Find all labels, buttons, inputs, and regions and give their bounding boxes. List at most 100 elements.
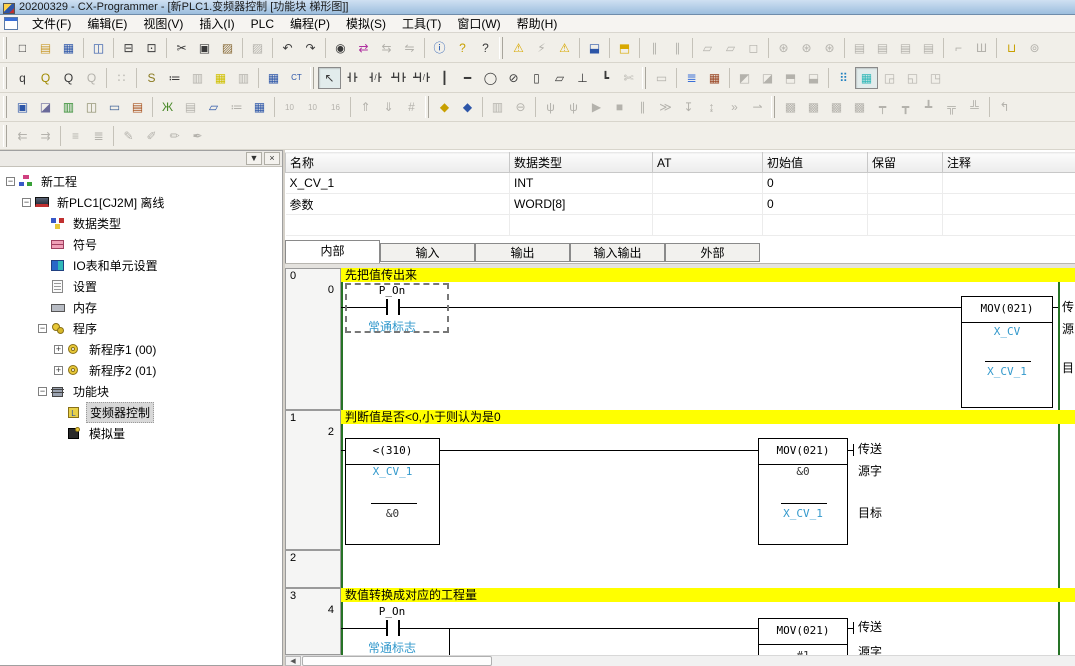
cut-icon[interactable]: ✂	[170, 37, 193, 59]
tab-内部[interactable]: 内部	[285, 240, 380, 263]
tree-panel-dropdown-button[interactable]: ▼	[246, 152, 262, 165]
comment-list-icon[interactable]: ≡	[64, 125, 87, 147]
new-closed-instruction-icon[interactable]: ▱	[548, 67, 571, 89]
table-cell[interactable]	[653, 173, 763, 194]
tree-panel-close-button[interactable]: ×	[264, 152, 280, 165]
transfer-from-plc-icon[interactable]: ▱	[719, 37, 742, 59]
tree-item-memory[interactable]: 内存	[0, 297, 282, 318]
plc-memory-icon[interactable]: ▥	[486, 96, 509, 118]
tbar-1-icon[interactable]: ┯	[871, 96, 894, 118]
tab-输入[interactable]: 输入	[380, 243, 475, 262]
table-cell[interactable]: WORD[8]	[510, 194, 653, 215]
page-setup-icon[interactable]: ◫	[87, 37, 110, 59]
section-doc-icon[interactable]: ▱	[202, 96, 225, 118]
online-edit-cancel-icon[interactable]: ⊛	[818, 37, 841, 59]
work-online-icon[interactable]: ⬒	[613, 37, 636, 59]
tree-item-project-root[interactable]: −新工程	[0, 171, 282, 192]
fb-inout-param-icon[interactable]: ⬒	[779, 67, 802, 89]
tree-item-function-blocks[interactable]: −功能块	[0, 381, 282, 402]
child-window-icon[interactable]	[4, 17, 18, 30]
page-up-icon[interactable]: ⇑	[354, 96, 377, 118]
compile-partial-icon[interactable]: ⚡	[530, 37, 553, 59]
paste-icon[interactable]: ▨	[216, 37, 239, 59]
debug-resume-hand-icon[interactable]: ψ	[562, 96, 585, 118]
instruction-box[interactable]: MOV(021)X_CVX_CV_1	[961, 296, 1053, 408]
sim-stop-icon[interactable]: ■	[608, 96, 631, 118]
copy-icon[interactable]: ▣	[193, 37, 216, 59]
tree-item-program-2[interactable]: +新程序2 (01)	[0, 360, 282, 381]
step-run-icon[interactable]: ⌐	[947, 37, 970, 59]
radix-hex-icon[interactable]: 16	[324, 96, 347, 118]
delete-cut-icon[interactable]: ✄	[617, 67, 640, 89]
toolbar-grip[interactable]	[771, 96, 775, 118]
new-coil-icon[interactable]: ◯	[479, 67, 502, 89]
release-password-icon[interactable]: ⊚	[1023, 37, 1046, 59]
tree-item-fb-analog[interactable]: 模拟量	[0, 423, 282, 444]
toolbar-grip[interactable]	[425, 96, 429, 118]
go-to-rung-icon[interactable]: #	[400, 96, 423, 118]
zoom-tiny-icon[interactable]: q	[11, 67, 34, 89]
toolbar-grip[interactable]	[642, 67, 646, 89]
menu-s[interactable]: 模拟(S)	[338, 16, 394, 32]
open-file-icon[interactable]: ▤	[34, 37, 57, 59]
monitor-data-1-icon[interactable]: ▤	[848, 37, 871, 59]
table-cell[interactable]	[868, 173, 943, 194]
tab-输出[interactable]: 输出	[475, 243, 570, 262]
pen-edit-icon[interactable]: ✏	[163, 125, 186, 147]
grid-icon[interactable]: ∷	[110, 67, 133, 89]
scroll-thumb[interactable]	[302, 656, 492, 666]
instruction-box[interactable]: <(310)X_CV_1&0	[345, 438, 440, 545]
io-monitor-icon[interactable]: ◱	[901, 67, 924, 89]
new-differentiate-icon[interactable]: ⊥	[571, 67, 594, 89]
retrieve-icon[interactable]: ⇋	[398, 37, 421, 59]
pause-monitor-icon[interactable]: ∥	[643, 37, 666, 59]
save-icon[interactable]: ▦	[57, 37, 80, 59]
transfer-program-icon[interactable]: ▱	[696, 37, 719, 59]
find-icon[interactable]: ◉	[329, 37, 352, 59]
tree-expander-collapse[interactable]: −	[38, 324, 47, 333]
rung-number-cell[interactable]: 2	[285, 550, 341, 588]
window-properties-icon[interactable]: ▤	[126, 96, 149, 118]
help-icon[interactable]: ?	[451, 37, 474, 59]
new-instruction-icon[interactable]: ▯	[525, 67, 548, 89]
tbar-5-icon[interactable]: ╩	[963, 96, 986, 118]
address-reference-icon[interactable]: ⇄	[352, 37, 375, 59]
section-list-icon[interactable]: ≔	[225, 96, 248, 118]
network-2-icon[interactable]: ▩	[802, 96, 825, 118]
tree-item-plc-node[interactable]: −新PLC1[CJ2M] 离线	[0, 192, 282, 213]
sim-run-icon[interactable]: ▶	[585, 96, 608, 118]
instruction-box[interactable]: MOV(021)&0X_CV_1	[758, 438, 848, 545]
debug-pause-hand-icon[interactable]: ψ	[539, 96, 562, 118]
binary-view-icon[interactable]: ▦	[248, 96, 271, 118]
properties-icon[interactable]: ⓘ	[428, 37, 451, 59]
print-preview-icon[interactable]: ⊡	[140, 37, 163, 59]
radix-decimal-icon[interactable]: 10	[278, 96, 301, 118]
network-4-icon[interactable]: ▩	[848, 96, 871, 118]
table-cell[interactable]: X_CV_1	[286, 173, 510, 194]
column-header-数据类型[interactable]: 数据类型	[510, 153, 653, 173]
view-mnemonics-icon[interactable]: ▦	[262, 67, 285, 89]
show-rung-tree-icon[interactable]: ▥	[232, 67, 255, 89]
table-cell[interactable]	[510, 215, 653, 236]
delete-line-icon[interactable]: ┗	[594, 67, 617, 89]
io-verify-icon[interactable]: ◳	[924, 67, 947, 89]
tree-expander-collapse[interactable]: −	[6, 177, 15, 186]
menu-h[interactable]: 帮助(H)	[509, 16, 566, 32]
window-tools-icon[interactable]: ◪	[34, 96, 57, 118]
new-file-icon[interactable]: □	[11, 37, 34, 59]
fb-in-param-icon[interactable]: ◩	[733, 67, 756, 89]
menu-w[interactable]: 窗口(W)	[449, 16, 508, 32]
menu-v[interactable]: 视图(V)	[135, 16, 191, 32]
compile-all-icon[interactable]: ⚠	[553, 37, 576, 59]
monitor-data-4-icon[interactable]: ▤	[917, 37, 940, 59]
toolbar-grip[interactable]	[3, 96, 7, 118]
toolbar-grip[interactable]	[310, 67, 314, 89]
io-comment-icon[interactable]: ◲	[878, 67, 901, 89]
table-cell[interactable]	[943, 173, 1075, 194]
show-symbols-icon[interactable]: S	[140, 67, 163, 89]
table-cell[interactable]	[763, 215, 868, 236]
table-cell[interactable]	[868, 194, 943, 215]
rung-number-cell[interactable]: 00	[285, 268, 341, 410]
load-settings-icon[interactable]: ◆	[433, 96, 456, 118]
monitor-data-3-icon[interactable]: ▤	[894, 37, 917, 59]
